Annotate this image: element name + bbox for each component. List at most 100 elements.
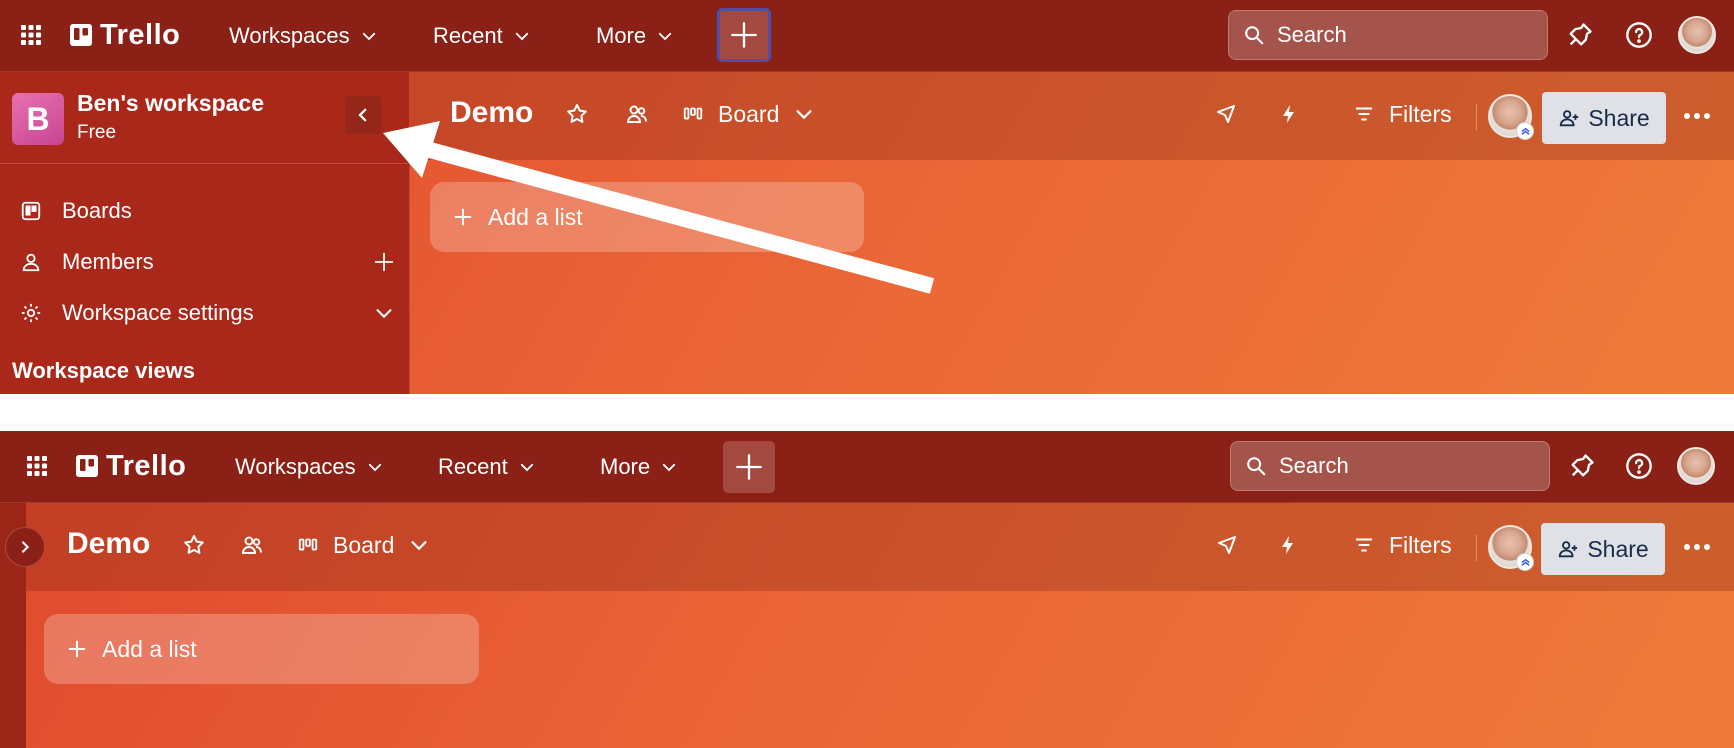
top-navigation-bar: Trello Workspaces Recent More bbox=[0, 0, 1734, 72]
more-menu[interactable]: More bbox=[600, 451, 678, 483]
admin-chevron-badge-icon bbox=[1516, 122, 1534, 140]
sidebar-item-workspace-settings[interactable]: Workspace settings bbox=[20, 296, 396, 330]
app-switcher-icon[interactable] bbox=[20, 24, 42, 46]
add-list-label: Add a list bbox=[488, 203, 583, 230]
help-circle-icon[interactable] bbox=[1624, 20, 1654, 50]
sidebar-item-label: Workspace settings bbox=[62, 300, 254, 325]
expand-sidebar-button[interactable] bbox=[5, 527, 45, 567]
power-ups-icon[interactable] bbox=[1214, 532, 1240, 558]
sidebar-item-members[interactable]: Members bbox=[20, 245, 396, 279]
screenshot-sidebar-expanded: Demo Board Filters Share Add a list B Be… bbox=[0, 0, 1734, 394]
search-icon bbox=[1245, 26, 1264, 45]
add-list-button[interactable]: Add a list bbox=[430, 182, 864, 252]
chevron-left-icon bbox=[358, 108, 367, 122]
logo-text: Trello bbox=[106, 449, 187, 482]
collapse-sidebar-button[interactable] bbox=[345, 96, 381, 134]
create-button[interactable] bbox=[717, 8, 771, 62]
star-icon[interactable] bbox=[181, 532, 207, 558]
workspaces-menu[interactable]: Workspaces bbox=[235, 451, 384, 483]
share-label: Share bbox=[1587, 535, 1649, 562]
sidebar-item-label: Boards bbox=[62, 198, 132, 223]
gear-icon bbox=[20, 302, 42, 324]
chevron-down-icon[interactable] bbox=[372, 301, 396, 325]
board-member-avatar[interactable] bbox=[1488, 525, 1534, 571]
plus-icon bbox=[731, 22, 757, 48]
notifications-bell-icon[interactable] bbox=[1567, 451, 1597, 481]
chevron-down-icon bbox=[368, 463, 381, 472]
board-member-avatar[interactable] bbox=[1488, 94, 1534, 140]
search-box[interactable] bbox=[1228, 10, 1548, 60]
account-menu[interactable] bbox=[1677, 15, 1717, 55]
person-icon bbox=[20, 251, 42, 273]
create-button[interactable] bbox=[723, 441, 775, 493]
filters-label: Filters bbox=[1389, 100, 1452, 127]
automation-icon[interactable] bbox=[1275, 532, 1301, 558]
board-header: Demo Board Filters Share bbox=[26, 503, 1734, 591]
header-divider bbox=[1476, 104, 1477, 130]
filter-icon bbox=[1355, 107, 1373, 121]
more-options-icon[interactable] bbox=[1682, 102, 1712, 130]
add-member-plus-icon[interactable] bbox=[372, 250, 396, 274]
filters-button[interactable]: Filters bbox=[1353, 527, 1452, 563]
recent-menu[interactable]: Recent bbox=[438, 451, 536, 483]
board-title[interactable]: Demo bbox=[450, 96, 533, 130]
search-icon bbox=[1247, 457, 1266, 476]
workspaces-menu[interactable]: Workspaces bbox=[229, 20, 378, 52]
notifications-bell-icon[interactable] bbox=[1565, 20, 1595, 50]
trello-logo[interactable]: Trello bbox=[76, 449, 187, 482]
admin-chevron-badge-icon bbox=[1516, 553, 1534, 571]
menu-label: More bbox=[600, 454, 651, 479]
board-view-icon bbox=[683, 107, 703, 120]
menu-label: Recent bbox=[438, 454, 508, 479]
filters-label: Filters bbox=[1389, 531, 1452, 558]
search-box[interactable] bbox=[1230, 441, 1550, 491]
sidebar-divider bbox=[0, 163, 409, 164]
chevron-down-icon bbox=[362, 32, 375, 41]
add-person-icon bbox=[1560, 110, 1579, 127]
share-button[interactable]: Share bbox=[1541, 523, 1665, 575]
filters-button[interactable]: Filters bbox=[1353, 96, 1452, 132]
board-view-label: Board bbox=[333, 531, 395, 558]
sidebar-item-boards[interactable]: Boards bbox=[20, 194, 396, 228]
more-options-icon[interactable] bbox=[1682, 533, 1712, 561]
power-ups-icon[interactable] bbox=[1213, 101, 1239, 127]
add-list-label: Add a list bbox=[102, 635, 197, 662]
board-title[interactable]: Demo bbox=[67, 527, 150, 561]
add-list-button[interactable]: Add a list bbox=[44, 614, 479, 684]
header-divider bbox=[1476, 535, 1477, 561]
star-icon[interactable] bbox=[564, 101, 590, 127]
visibility-workspace-icon[interactable] bbox=[239, 532, 265, 558]
share-button[interactable]: Share bbox=[1542, 92, 1666, 144]
account-menu[interactable] bbox=[1676, 446, 1716, 486]
app-switcher-icon[interactable] bbox=[26, 455, 48, 477]
board-view-icon bbox=[298, 538, 318, 551]
logo-text: Trello bbox=[100, 18, 181, 51]
filter-icon bbox=[1355, 538, 1373, 552]
workspace-badge[interactable]: B bbox=[12, 93, 64, 145]
menu-label: More bbox=[596, 23, 647, 48]
chevron-down-icon bbox=[515, 32, 528, 41]
visibility-workspace-icon[interactable] bbox=[624, 101, 650, 127]
search-input[interactable] bbox=[1279, 453, 1499, 479]
more-menu[interactable]: More bbox=[596, 20, 674, 52]
workspace-plan: Free bbox=[77, 122, 117, 143]
search-input[interactable] bbox=[1277, 22, 1497, 48]
board-view-label: Board bbox=[718, 100, 780, 127]
plus-icon bbox=[736, 454, 762, 480]
top-navigation-bar: Trello Workspaces Recent More bbox=[0, 431, 1734, 503]
chevron-down-icon bbox=[796, 110, 812, 120]
trello-logo[interactable]: Trello bbox=[70, 18, 181, 51]
plus-icon bbox=[454, 208, 472, 226]
menu-label: Workspaces bbox=[235, 454, 356, 479]
board-view-switcher[interactable]: Board bbox=[682, 96, 815, 132]
trello-logo-icon bbox=[76, 455, 98, 477]
chevron-down-icon bbox=[520, 463, 533, 472]
automation-icon[interactable] bbox=[1276, 101, 1302, 127]
workspace-name[interactable]: Ben's workspace bbox=[77, 90, 264, 117]
workspace-views-heading: Workspace views bbox=[12, 358, 196, 383]
chevron-down-icon bbox=[411, 541, 427, 551]
board-view-switcher[interactable]: Board bbox=[297, 527, 430, 563]
user-avatar bbox=[1678, 16, 1716, 54]
recent-menu[interactable]: Recent bbox=[433, 20, 531, 52]
help-circle-icon[interactable] bbox=[1624, 451, 1654, 481]
